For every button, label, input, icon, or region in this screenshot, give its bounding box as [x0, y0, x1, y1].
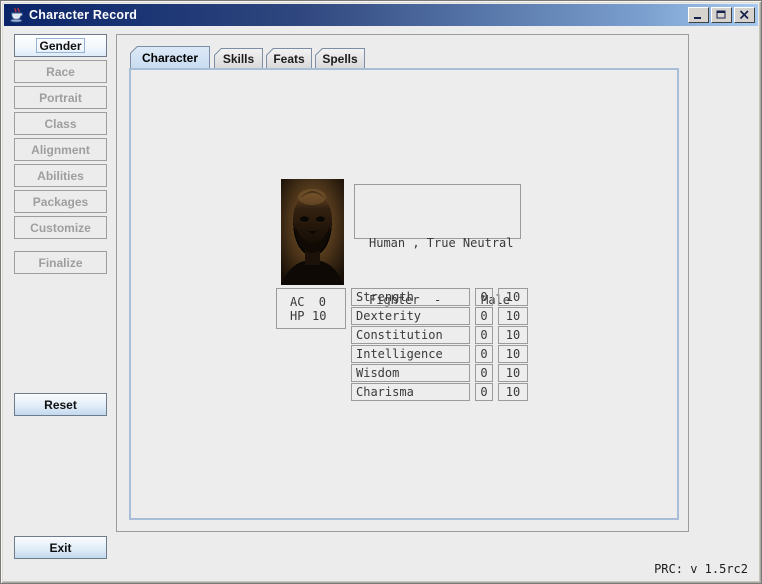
- tab-character-label: Character: [131, 47, 209, 68]
- race-button: Race: [14, 60, 107, 83]
- ac-value: 0: [312, 295, 326, 309]
- ability-mod-strength: 0: [475, 288, 493, 306]
- tab-skills-label: Skills: [215, 49, 262, 68]
- close-icon: [739, 10, 750, 20]
- hp-value: 10: [312, 309, 326, 323]
- character-summary-box: Human , True Neutral Fighter - Male: [354, 184, 521, 239]
- alignment-button: Alignment: [14, 138, 107, 161]
- ability-mod-constitution: 0: [475, 326, 493, 344]
- ability-name-wisdom: Wisdom: [351, 364, 470, 382]
- ability-name-intelligence: Intelligence: [351, 345, 470, 363]
- combat-stats-box: AC0 HP10: [276, 288, 346, 329]
- tab-feats[interactable]: Feats: [266, 48, 312, 68]
- summary-line1: Human , True Neutral: [369, 234, 510, 253]
- ability-score-constitution: 10: [498, 326, 528, 344]
- ability-name-charisma: Charisma: [351, 383, 470, 401]
- ability-score-wisdom: 10: [498, 364, 528, 382]
- tab-feats-label: Feats: [267, 49, 311, 68]
- ability-mod-intelligence: 0: [475, 345, 493, 363]
- maximize-icon: [716, 10, 727, 20]
- tab-skills[interactable]: Skills: [214, 48, 263, 68]
- ability-score-dexterity: 10: [498, 307, 528, 325]
- ac-label: AC: [290, 295, 312, 309]
- hp-row: HP10: [290, 309, 345, 323]
- packages-button: Packages: [14, 190, 107, 213]
- ability-name-constitution: Constitution: [351, 326, 470, 344]
- tab-spells[interactable]: Spells: [315, 48, 365, 68]
- ability-name-dexterity: Dexterity: [351, 307, 470, 325]
- hp-label: HP: [290, 309, 312, 323]
- java-cup-icon: [8, 7, 24, 23]
- close-button[interactable]: [734, 7, 755, 23]
- caption-buttons: [688, 7, 755, 23]
- portrait-button: Portrait: [14, 86, 107, 109]
- ability-score-charisma: 10: [498, 383, 528, 401]
- ability-mod-charisma: 0: [475, 383, 493, 401]
- ability-mod-wisdom: 0: [475, 364, 493, 382]
- ability-mod-dexterity: 0: [475, 307, 493, 325]
- finalize-button: Finalize: [14, 251, 107, 274]
- exit-button[interactable]: Exit: [14, 536, 107, 559]
- minimize-icon: [693, 10, 704, 20]
- character-record-window: Character Record Gender Race Portrait Cl…: [0, 0, 762, 584]
- character-portrait-image: [281, 179, 344, 285]
- titlebar: Character Record: [4, 4, 758, 26]
- version-label: PRC: v 1.5rc2: [654, 562, 748, 576]
- window-title: Character Record: [29, 8, 137, 22]
- abilities-button: Abilities: [14, 164, 107, 187]
- tab-spells-label: Spells: [316, 49, 364, 68]
- minimize-button[interactable]: [688, 7, 709, 23]
- tab-character[interactable]: Character: [130, 46, 210, 68]
- gender-button[interactable]: Gender: [14, 34, 107, 57]
- reset-button[interactable]: Reset: [14, 393, 107, 416]
- focus-ring: [36, 38, 85, 53]
- ac-row: AC0: [290, 295, 345, 309]
- ability-score-intelligence: 10: [498, 345, 528, 363]
- maximize-button[interactable]: [711, 7, 732, 23]
- ability-name-strength: Strength: [351, 288, 470, 306]
- ability-score-strength: 10: [498, 288, 528, 306]
- class-button: Class: [14, 112, 107, 135]
- customize-button: Customize: [14, 216, 107, 239]
